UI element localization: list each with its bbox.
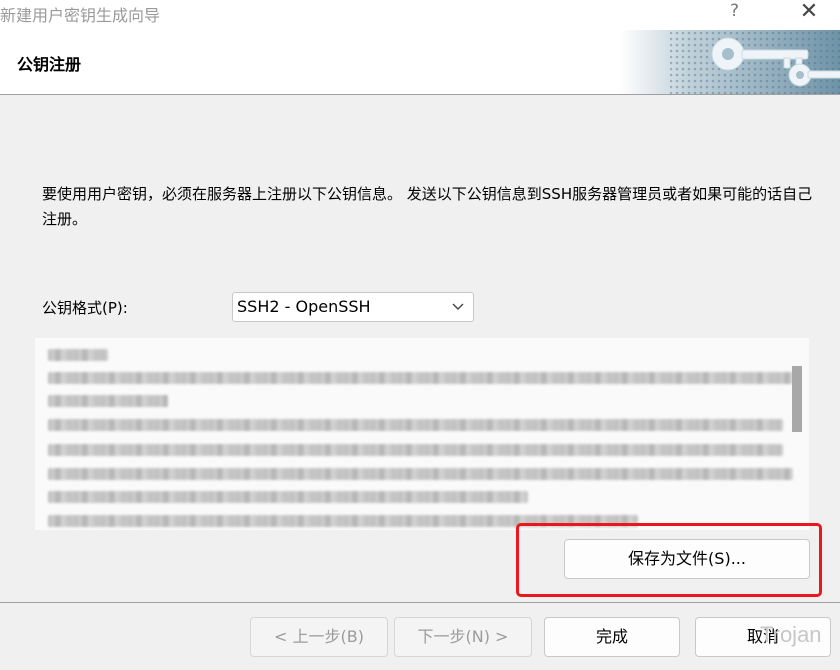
back-button[interactable]: < 上一步(B) <box>250 617 388 657</box>
save-to-file-button[interactable]: 保存为文件(S)... <box>564 539 810 579</box>
key-format-label: 公钥格式(P): <box>42 299 128 317</box>
title-bar: 新建用户密钥生成向导 ? ✕ <box>0 0 840 30</box>
key-format-select[interactable]: SSH2 - OpenSSH <box>232 292 474 322</box>
close-button[interactable]: ✕ <box>794 0 824 24</box>
public-key-textbox[interactable] <box>35 338 809 530</box>
page-title: 公钥注册 <box>17 55 82 74</box>
key-text-line <box>48 419 783 431</box>
next-button[interactable]: 下一步(N) > <box>394 617 532 657</box>
help-button[interactable]: ? <box>730 1 739 21</box>
key-text-line <box>48 468 793 480</box>
key-format-value: SSH2 - OpenSSH <box>237 297 371 316</box>
watermark-text: Trojan <box>760 622 822 647</box>
wizard-header: 公钥注册 <box>0 30 840 95</box>
footer-divider <box>0 602 840 603</box>
finish-button[interactable]: 完成 <box>544 617 680 657</box>
key-text-line <box>48 444 783 456</box>
instruction-text: 要使用用户密钥，必须在服务器上注册以下公钥信息。 发送以下公钥信息到SSH服务器… <box>42 185 813 228</box>
chevron-down-icon <box>452 303 464 310</box>
window-title: 新建用户密钥生成向导 <box>0 6 161 25</box>
key-text-line <box>48 395 168 407</box>
key-text-line <box>48 491 528 503</box>
key-text-line <box>48 349 108 361</box>
key-text-line <box>48 372 793 384</box>
key-scrollbar[interactable] <box>792 366 802 432</box>
key-icon <box>620 30 840 94</box>
